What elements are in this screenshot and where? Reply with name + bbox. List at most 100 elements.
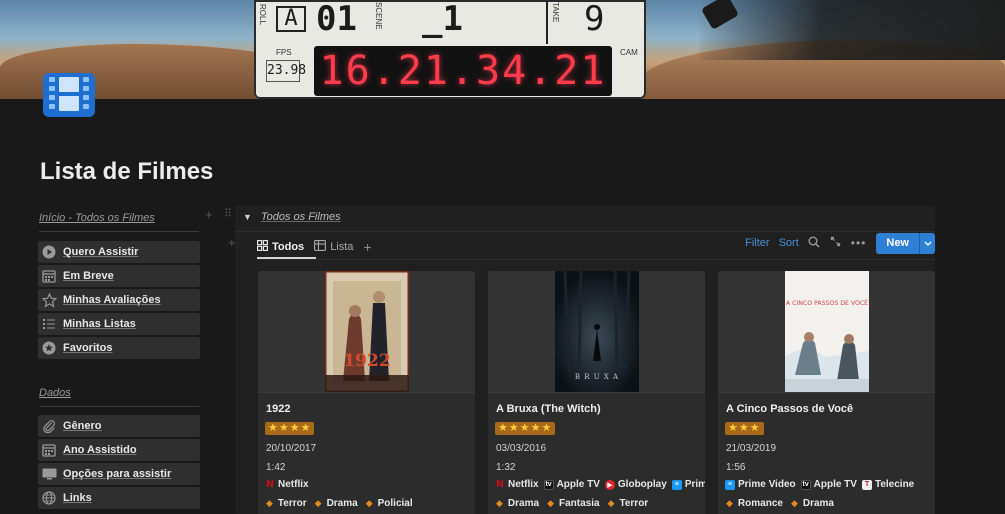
stream-label: Netflix <box>508 479 539 490</box>
stream-label: Prime Video <box>738 479 796 490</box>
card-date: 21/03/2019 <box>726 443 777 454</box>
database-title[interactable]: ▼ Todos os Filmes <box>243 211 341 223</box>
star-circle-icon <box>41 340 57 356</box>
filter-button[interactable]: Filter <box>745 237 769 249</box>
nav-item-label: Favoritos <box>63 342 113 354</box>
poster-title: 1922 <box>343 351 390 371</box>
stream-tag: ≡ Prime V <box>671 479 705 490</box>
tab-todos[interactable]: Todos <box>257 236 304 258</box>
new-button[interactable]: New <box>876 232 935 254</box>
add-block-icon[interactable]: + <box>205 207 213 222</box>
card-title[interactable]: A Cinco Passos de Você <box>726 403 853 415</box>
new-button-label: New <box>886 237 909 249</box>
movie-card-a-bruxa[interactable]: B R U X A A Bruxa (The Witch) ★★★★★ 03/0… <box>488 271 705 514</box>
genre-tag: ◆ Drama <box>496 498 539 509</box>
rating-stars: ★★★★★ <box>495 422 556 435</box>
tab-label: Todos <box>272 241 305 253</box>
stream-tag: tv Apple TV <box>800 479 857 490</box>
calendar-icon <box>41 442 57 458</box>
slate-fps-value: 23.98 <box>266 60 306 82</box>
rating-stars: ★★★★ <box>265 422 315 435</box>
toggle-triangle-icon[interactable]: ▼ <box>243 212 252 222</box>
genre-label: Drama <box>326 498 358 509</box>
genre-label: Terror <box>619 498 649 509</box>
movie-card-a-cinco-passos[interactable]: A CINCO PASSOS DE VOCÊ A Cinco Passos de… <box>718 271 935 514</box>
more-options-icon[interactable]: ••• <box>851 236 867 250</box>
slate-scene-label: SCENE <box>374 2 383 30</box>
expand-icon[interactable] <box>830 236 841 250</box>
diamond-icon: ◆ <box>790 498 798 508</box>
stream-label: Netflix <box>278 479 309 490</box>
genre-label: Romance <box>737 498 783 509</box>
stream-label: Telecine <box>874 479 915 490</box>
calendar-icon <box>41 268 57 284</box>
genre-list: ◆ Drama ◆ Fantasia ◆ Terror <box>496 498 656 509</box>
genre-tag: ◆ Drama <box>791 498 834 509</box>
cover-image: ROLL A 01 SCENE _1 TAKE 9 FPS 23.98 CAM … <box>0 0 1005 99</box>
genre-tag: ◆ Drama <box>315 498 358 509</box>
genre-label: Policial <box>377 498 413 509</box>
nav-item-label: Minhas Avaliações <box>63 294 161 306</box>
section-title-inicio[interactable]: Início - Todos os Filmes <box>39 212 199 232</box>
streaming-list: ≡ Prime Video tv Apple TV T Telecine <box>725 479 919 490</box>
appletv-icon: tv <box>543 479 554 490</box>
slate-cam-label: CAM <box>620 48 638 57</box>
nav-item-minhas-avaliacoes[interactable]: Minhas Avaliações <box>38 289 200 311</box>
nav-item-minhas-listas[interactable]: Minhas Listas <box>38 313 200 335</box>
tab-label: Lista <box>330 241 354 253</box>
card-title[interactable]: A Bruxa (The Witch) <box>496 403 601 415</box>
genre-list: ◆ Terror ◆ Drama ◆ Policial <box>266 498 421 509</box>
database-toolbar: Filter Sort ••• New <box>745 232 935 254</box>
cover-shadow <box>700 0 1005 60</box>
monitor-icon <box>41 466 57 482</box>
database-title-text[interactable]: Todos os Filmes <box>261 211 341 223</box>
poster-a-cinco-passos: A CINCO PASSOS DE VOCÊ <box>784 271 869 392</box>
card-duration: 1:32 <box>496 462 516 473</box>
stream-tag: T Telecine <box>861 479 915 490</box>
stream-label: Apple TV <box>556 479 600 490</box>
play-circle-icon <box>41 244 57 260</box>
genre-tag: ◆ Fantasia <box>547 498 600 509</box>
chevron-down-icon[interactable] <box>919 232 935 254</box>
gallery-icon <box>257 240 269 254</box>
genre-label: Fantasia <box>558 498 600 509</box>
tab-lista[interactable]: Lista <box>314 236 353 258</box>
rating-stars: ★★★ <box>725 422 764 435</box>
stream-tag: N Netflix <box>495 479 539 490</box>
add-view-icon[interactable]: + <box>363 236 371 258</box>
slate-shot-value: _1 <box>422 0 463 39</box>
primevideo-icon: ≡ <box>725 479 735 490</box>
diamond-icon: ◆ <box>266 498 273 508</box>
nav-item-links[interactable]: Links <box>38 487 200 509</box>
card-cover: 1922 <box>258 271 475 393</box>
nav-item-em-breve[interactable]: Em Breve <box>38 265 200 287</box>
primevideo-icon: ≡ <box>671 479 682 490</box>
movie-card-1922[interactable]: 1922 1922 ★★★★ 20/10/2017 1:42 N Netflix… <box>258 271 475 514</box>
genre-label: Drama <box>507 498 540 509</box>
drag-handle-icon[interactable]: ⠿ <box>224 207 232 220</box>
netflix-icon: N <box>266 479 274 490</box>
genre-label: Drama <box>802 498 834 509</box>
clapperboard: ROLL A 01 SCENE _1 TAKE 9 FPS 23.98 CAM … <box>254 0 646 99</box>
stream-label: Globoplay <box>617 479 667 490</box>
stream-label: Apple TV <box>813 479 857 490</box>
nav-item-label: Em Breve <box>63 270 114 282</box>
card-date: 03/03/2016 <box>496 443 547 454</box>
nav-item-opcoes-assistir[interactable]: Opções para assistir <box>38 463 200 485</box>
slate-fps-label: FPS <box>276 48 292 57</box>
nav-item-ano-assistido[interactable]: Ano Assistido <box>38 439 200 461</box>
netflix-icon: N <box>496 479 504 490</box>
section-title-dados[interactable]: Dados <box>39 387 199 407</box>
film-icon[interactable] <box>40 70 98 120</box>
sort-button[interactable]: Sort <box>779 237 799 249</box>
nav-item-genero[interactable]: Gênero <box>38 415 200 437</box>
paperclip-icon <box>41 418 57 434</box>
poster-title: B R U X A <box>574 373 618 381</box>
card-title[interactable]: 1922 <box>266 403 290 415</box>
nav-item-label: Links <box>63 492 92 504</box>
nav-item-quero-assistir[interactable]: Quero Assistir <box>38 241 200 263</box>
nav-list-dados: Gênero Ano Assistido Opções para assisti… <box>38 415 200 511</box>
nav-item-favoritos[interactable]: Favoritos <box>38 337 200 359</box>
telecine-icon: T <box>861 479 872 490</box>
search-icon[interactable] <box>808 236 820 251</box>
